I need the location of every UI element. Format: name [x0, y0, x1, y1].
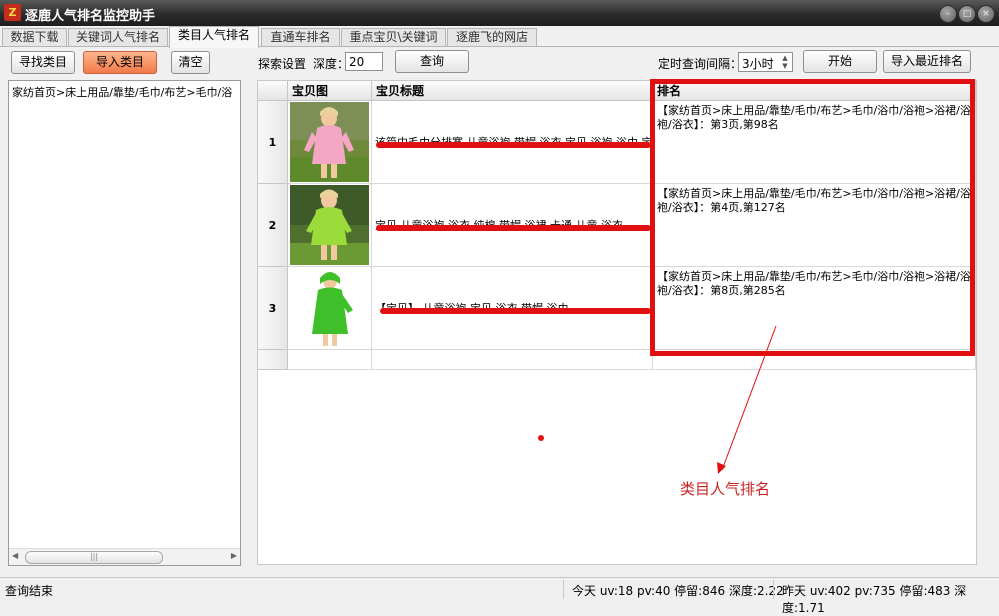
status-bar: 查询结束 今天 uv:18 pv:40 停留:846 深度:2.22 昨天 uv… — [0, 577, 999, 615]
annotation-arrow — [717, 325, 777, 474]
status-separator — [563, 580, 564, 599]
status-today: 今天 uv:18 pv:40 停留:846 深度:2.22 — [572, 584, 784, 598]
annotation-dot — [538, 435, 544, 441]
tab-category-rank[interactable]: 类目人气排名 — [169, 26, 259, 48]
status-message: 查询结束 — [5, 584, 54, 598]
status-separator — [773, 580, 774, 599]
annotation-label: 类目人气排名 — [680, 480, 771, 498]
status-yesterday: 昨天 uv:402 pv:735 停留:483 深度:1.71 — [782, 584, 967, 615]
